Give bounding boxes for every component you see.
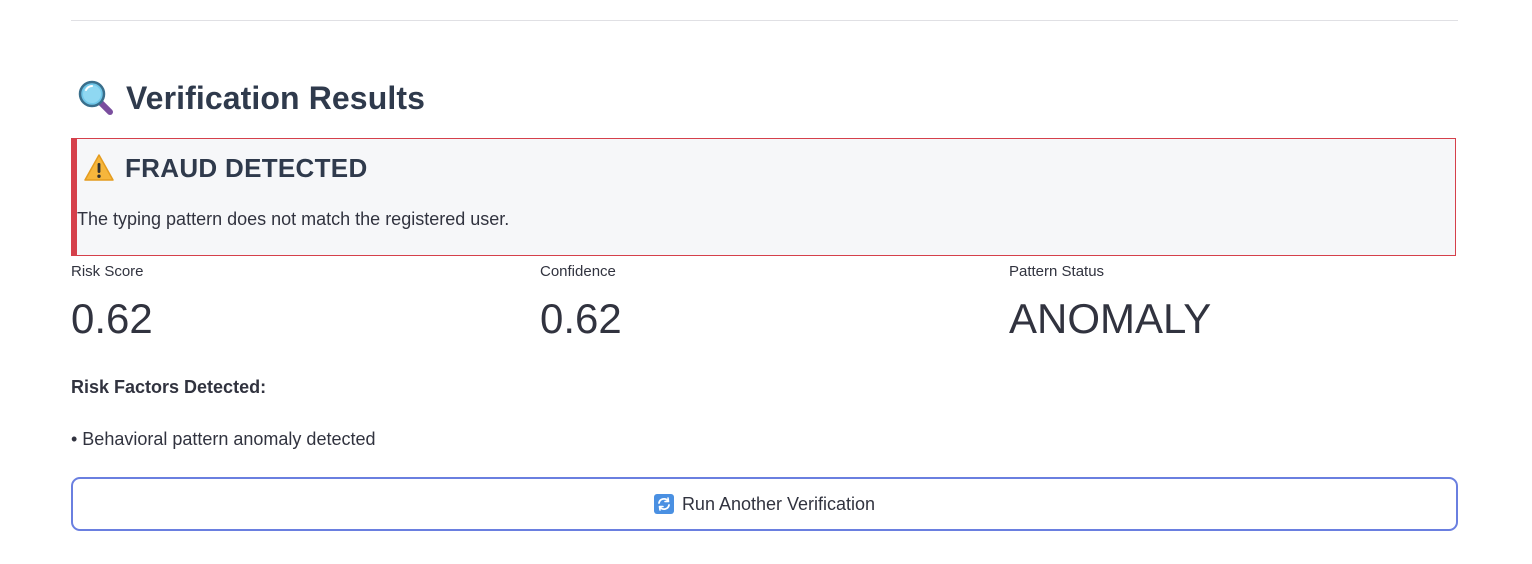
run-another-verification-button[interactable]: Run Another Verification [71, 477, 1458, 531]
fraud-alert: FRAUD DETECTED The typing pattern does n… [71, 138, 1456, 256]
verification-results-page: Verification Results FRAUD DETECTED The … [0, 0, 1532, 564]
magnifying-glass-icon [76, 78, 116, 118]
alert-title: FRAUD DETECTED [125, 152, 368, 183]
alert-message: The typing pattern does not match the re… [77, 209, 510, 229]
metric-pattern-status: Pattern Status ANOMALY [1009, 263, 1211, 343]
metric-risk-score: Risk Score 0.62 [71, 263, 153, 343]
page-title: Verification Results [126, 79, 425, 116]
metric-value: 0.62 [540, 295, 622, 342]
metric-value: 0.62 [71, 295, 153, 342]
metric-label: Pattern Status [1009, 263, 1105, 280]
run-another-verification-label: Run Another Verification [681, 493, 876, 514]
metric-label: Risk Score [71, 263, 144, 280]
risk-factor-item: • Behavioral pattern anomaly detected [71, 429, 376, 449]
metric-label: Confidence [540, 263, 616, 280]
risk-factors-title: Risk Factors Detected: [71, 377, 267, 397]
refresh-icon [653, 494, 674, 514]
warning-icon [83, 153, 115, 183]
alert-heading: FRAUD DETECTED [83, 151, 368, 185]
metric-confidence: Confidence 0.62 [540, 263, 622, 343]
top-divider [71, 20, 1458, 21]
metric-value: ANOMALY [1009, 295, 1212, 342]
section-header: Verification Results [76, 78, 425, 118]
